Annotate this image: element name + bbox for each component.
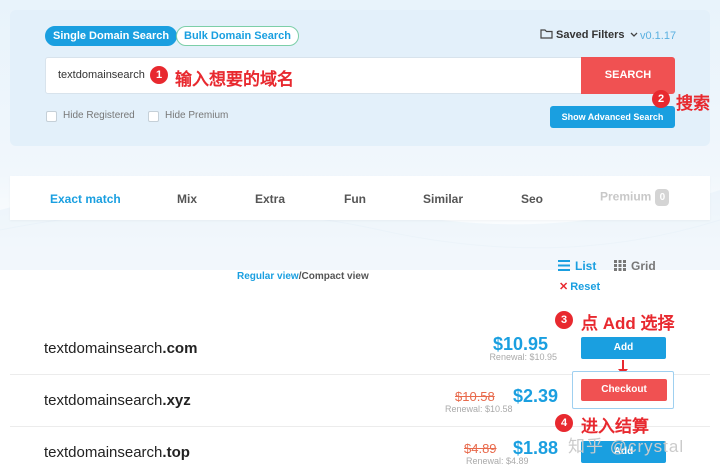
- tab-seo[interactable]: Seo: [521, 192, 543, 206]
- annotation-step-1-marker: 1: [150, 66, 168, 84]
- version-label: v0.1.17: [640, 30, 677, 42]
- domain-search-input[interactable]: textdomainsearch: [45, 57, 582, 94]
- list-icon: [558, 260, 570, 271]
- reset-button[interactable]: ✕ Reset: [559, 280, 600, 293]
- domain-name: textdomainsearch.top: [44, 444, 190, 461]
- tab-mix[interactable]: Mix: [177, 192, 197, 206]
- grid-icon: [614, 260, 626, 271]
- tab-premium-label: Premium: [600, 189, 652, 204]
- annotation-step-3-marker: 3: [555, 311, 573, 329]
- grid-view-button[interactable]: Grid: [614, 259, 656, 273]
- watermark: 知乎 @crystal: [568, 437, 685, 456]
- regular-view-link[interactable]: Regular view: [237, 271, 299, 282]
- tab-bulk-domain-search[interactable]: Bulk Domain Search: [176, 26, 299, 46]
- folder-icon: [540, 29, 553, 39]
- list-view-label: List: [575, 259, 597, 273]
- tab-extra[interactable]: Extra: [255, 192, 285, 206]
- search-input-value: textdomainsearch: [58, 69, 145, 81]
- result-tabs-bar: Exact match Mix Extra Fun Similar Seo Pr…: [10, 176, 710, 220]
- reset-label: Reset: [570, 281, 601, 293]
- grid-view-label: Grid: [631, 259, 656, 273]
- hide-registered-label: Hide Registered: [63, 110, 135, 121]
- renewal-price: Renewal: $4.89: [466, 456, 529, 466]
- list-view-button[interactable]: List: [558, 259, 596, 273]
- hide-premium-label: Hide Premium: [165, 110, 229, 121]
- checkout-highlight: Checkout: [572, 371, 674, 409]
- tab-similar[interactable]: Similar: [423, 192, 463, 206]
- view-toggle: Regular view/Compact view: [237, 271, 369, 282]
- renewal-price: Renewal: $10.58: [445, 404, 513, 414]
- close-icon: ✕: [559, 281, 569, 293]
- original-price: $10.58: [455, 389, 495, 404]
- tab-fun[interactable]: Fun: [344, 192, 366, 206]
- domain-name: textdomainsearch.com: [44, 340, 197, 357]
- checkout-button[interactable]: Checkout: [581, 379, 667, 401]
- domain-base: textdomainsearch: [44, 340, 163, 357]
- renewal-price: Renewal: $10.95: [489, 352, 557, 362]
- search-button[interactable]: SEARCH: [581, 57, 675, 94]
- annotation-step-2: 搜索: [676, 94, 710, 113]
- domain-tld: .top: [162, 444, 190, 461]
- add-button[interactable]: Add: [581, 337, 666, 359]
- premium-count-badge: 0: [655, 189, 670, 206]
- domain-base: textdomainsearch: [44, 444, 163, 461]
- show-advanced-search-button[interactable]: Show Advanced Search: [550, 106, 675, 128]
- saved-filters-dropdown[interactable]: Saved Filters: [540, 29, 638, 41]
- domain-tld: .xyz: [162, 392, 191, 409]
- annotation-step-2-marker: 2: [652, 90, 670, 108]
- chevron-down-icon: [630, 32, 638, 37]
- hide-premium-checkbox[interactable]: [148, 111, 159, 122]
- domain-tld: .com: [162, 340, 198, 357]
- saved-filters-label: Saved Filters: [556, 29, 625, 41]
- annotation-step-1: 输入想要的域名: [175, 70, 294, 89]
- domain-name: textdomainsearch.xyz: [44, 392, 191, 409]
- tab-single-domain-search[interactable]: Single Domain Search: [45, 26, 178, 46]
- hide-registered-checkbox[interactable]: [46, 111, 57, 122]
- domain-base: textdomainsearch: [44, 392, 163, 409]
- annotation-step-3: 点 Add 选择: [581, 314, 675, 333]
- original-price: $4.89: [464, 441, 497, 456]
- tab-exact-match[interactable]: Exact match: [50, 192, 121, 206]
- compact-view-link[interactable]: Compact view: [301, 271, 368, 282]
- tab-premium[interactable]: Premium 0: [600, 189, 670, 206]
